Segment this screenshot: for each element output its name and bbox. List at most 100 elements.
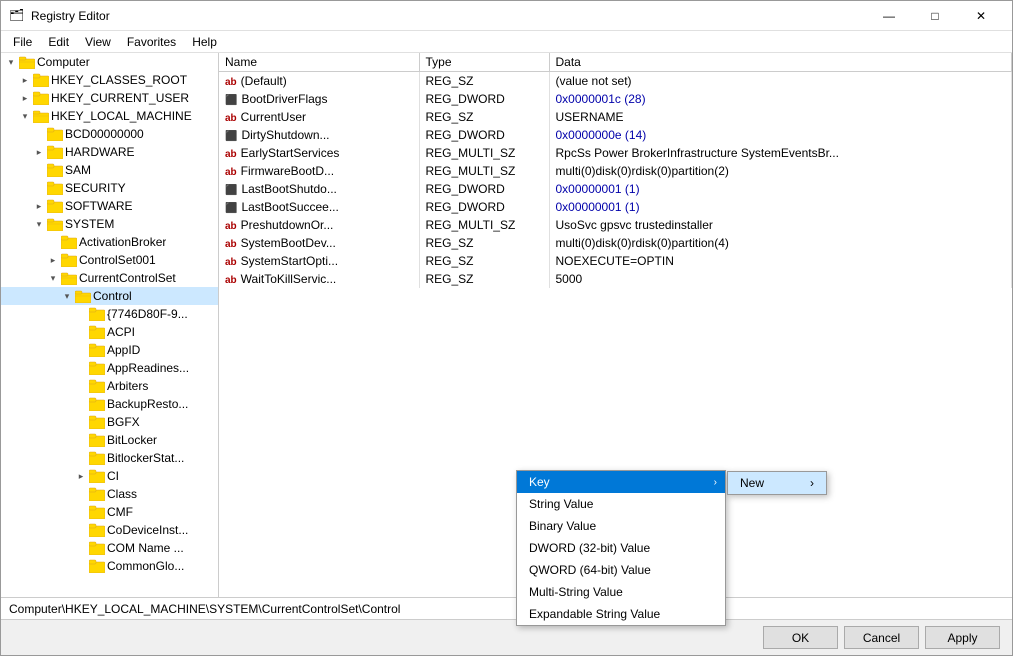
cell-name: abPreshutdownOr... [219, 216, 419, 234]
tree-label-bcd: BCD00000000 [65, 127, 144, 141]
col-header-name[interactable]: Name [219, 53, 419, 72]
tree-item-hardware[interactable]: ▸ HARDWARE [1, 143, 218, 161]
tree-item-system[interactable]: ▾ SYSTEM [1, 215, 218, 233]
tree-toggle-hardware[interactable]: ▸ [31, 144, 47, 160]
close-button[interactable]: ✕ [958, 1, 1004, 31]
tree-item-curctrlset[interactable]: ▾ CurrentControlSet [1, 269, 218, 287]
minimize-button[interactable]: — [866, 1, 912, 31]
tree-toggle-software[interactable]: ▸ [31, 198, 47, 214]
tree-toggle-hklm[interactable]: ▾ [17, 108, 33, 124]
cell-type: REG_SZ [419, 252, 549, 270]
tree-label-hklm: HKEY_LOCAL_MACHINE [51, 109, 192, 123]
tree-item-cmf[interactable]: CMF [1, 503, 218, 521]
folder-icon-hardware [47, 145, 63, 159]
table-row[interactable]: ⬛DirtyShutdown...REG_DWORD0x0000000e (14… [219, 126, 1012, 144]
tree-item-arbiters[interactable]: Arbiters [1, 377, 218, 395]
menu-view[interactable]: View [77, 33, 119, 51]
tree-panel[interactable]: ▾ Computer▸ HKEY_CLASSES_ROOT▸ HKEY_CURR… [1, 53, 219, 597]
tree-item-bitlockerstatus[interactable]: BitlockerStat... [1, 449, 218, 467]
menu-favorites[interactable]: Favorites [119, 33, 184, 51]
tree-item-ctrlset001[interactable]: ▸ ControlSet001 [1, 251, 218, 269]
tree-toggle-commonglo [73, 558, 89, 574]
menu-help[interactable]: Help [184, 33, 225, 51]
tree-item-comname[interactable]: COM Name ... [1, 539, 218, 557]
table-header-row: Name Type Data [219, 53, 1012, 72]
table-row[interactable]: ⬛LastBootShutdo...REG_DWORD0x00000001 (1… [219, 180, 1012, 198]
table-row[interactable]: abWaitToKillServic...REG_SZ5000 [219, 270, 1012, 288]
cancel-button[interactable]: Cancel [844, 626, 919, 649]
cell-data: 0x0000000e (14) [549, 126, 1012, 144]
cell-name: ab(Default) [219, 72, 419, 90]
tree-item-hkcr[interactable]: ▸ HKEY_CLASSES_ROOT [1, 71, 218, 89]
tree-item-acpi[interactable]: ACPI [1, 323, 218, 341]
folder-icon-curctrlset [61, 271, 77, 285]
title-bar: 🗂 Registry Editor — □ ✕ [1, 1, 1012, 31]
maximize-button[interactable]: □ [912, 1, 958, 31]
tree-item-security[interactable]: SECURITY [1, 179, 218, 197]
tree-toggle-hkcr[interactable]: ▸ [17, 72, 33, 88]
tree-item-control[interactable]: ▾ Control [1, 287, 218, 305]
tree-item-bitlocker[interactable]: BitLocker [1, 431, 218, 449]
table-row[interactable]: abSystemBootDev...REG_SZmulti(0)disk(0)r… [219, 234, 1012, 252]
tree-item-class[interactable]: Class [1, 485, 218, 503]
folder-icon-ctrlset001 [61, 253, 77, 267]
col-header-data[interactable]: Data [549, 53, 1012, 72]
tree-toggle-ci[interactable]: ▸ [73, 468, 89, 484]
tree-item-codeviceinst[interactable]: CoDeviceInst... [1, 521, 218, 539]
bottom-bar: OK Cancel Apply [1, 619, 1012, 655]
tree-toggle-hkcu[interactable]: ▸ [17, 90, 33, 106]
tree-item-key7746[interactable]: {7746D80F-9... [1, 305, 218, 323]
cell-data: 5000 [549, 270, 1012, 288]
tree-item-ci[interactable]: ▸ CI [1, 467, 218, 485]
folder-icon-software [47, 199, 63, 213]
cell-data: 0x0000001c (28) [549, 90, 1012, 108]
tree-toggle-ctrlset001[interactable]: ▸ [45, 252, 61, 268]
tree-item-appid[interactable]: AppID [1, 341, 218, 359]
cell-name: abWaitToKillServic... [219, 270, 419, 288]
table-row[interactable]: ⬛LastBootSuccee...REG_DWORD0x00000001 (1… [219, 198, 1012, 216]
tree-toggle-computer[interactable]: ▾ [3, 54, 19, 70]
tree-toggle-backuprestore [73, 396, 89, 412]
col-header-type[interactable]: Type [419, 53, 549, 72]
tree-toggle-control[interactable]: ▾ [59, 288, 75, 304]
tree-label-curctrlset: CurrentControlSet [79, 271, 176, 285]
apply-button[interactable]: Apply [925, 626, 1000, 649]
folder-icon-codeviceinst [89, 523, 105, 537]
tree-item-sam[interactable]: SAM [1, 161, 218, 179]
cell-name: ⬛DirtyShutdown... [219, 126, 419, 144]
folder-icon-hkcr [33, 73, 49, 87]
tree-item-appreadiness[interactable]: AppReadines... [1, 359, 218, 377]
table-row[interactable]: ⬛BootDriverFlagsREG_DWORD0x0000001c (28) [219, 90, 1012, 108]
table-row[interactable]: abPreshutdownOr...REG_MULTI_SZUsoSvc gps… [219, 216, 1012, 234]
table-row[interactable]: abEarlyStartServicesREG_MULTI_SZRpcSs Po… [219, 144, 1012, 162]
tree-item-backuprestore[interactable]: BackupResto... [1, 395, 218, 413]
app-icon: 🗂 [9, 8, 25, 24]
folder-icon-hklm [33, 109, 49, 123]
cell-type: REG_MULTI_SZ [419, 144, 549, 162]
tree-item-computer[interactable]: ▾ Computer [1, 53, 218, 71]
folder-icon-system [47, 217, 63, 231]
ok-button[interactable]: OK [763, 626, 838, 649]
cell-type: REG_DWORD [419, 126, 549, 144]
tree-item-bgfx[interactable]: BGFX [1, 413, 218, 431]
tree-toggle-system[interactable]: ▾ [31, 216, 47, 232]
tree-item-hklm[interactable]: ▾ HKEY_LOCAL_MACHINE [1, 107, 218, 125]
folder-icon-class [89, 487, 105, 501]
folder-icon-appid [89, 343, 105, 357]
tree-item-actbroker[interactable]: ActivationBroker [1, 233, 218, 251]
cell-data: multi(0)disk(0)rdisk(0)partition(4) [549, 234, 1012, 252]
tree-toggle-curctrlset[interactable]: ▾ [45, 270, 61, 286]
tree-item-commonglo[interactable]: CommonGlo... [1, 557, 218, 575]
table-row[interactable]: ab(Default)REG_SZ(value not set) [219, 72, 1012, 90]
folder-icon-key7746 [89, 307, 105, 321]
menu-file[interactable]: File [5, 33, 40, 51]
tree-item-software[interactable]: ▸ SOFTWARE [1, 197, 218, 215]
tree-item-bcd[interactable]: BCD00000000 [1, 125, 218, 143]
tree-item-hkcu[interactable]: ▸ HKEY_CURRENT_USER [1, 89, 218, 107]
table-row[interactable]: abFirmwareBootD...REG_MULTI_SZmulti(0)di… [219, 162, 1012, 180]
tree-label-ctrlset001: ControlSet001 [79, 253, 156, 267]
table-row[interactable]: abCurrentUserREG_SZUSERNAME [219, 108, 1012, 126]
table-row[interactable]: abSystemStartOpti...REG_SZNOEXECUTE=OPTI… [219, 252, 1012, 270]
tree-label-hardware: HARDWARE [65, 145, 135, 159]
menu-edit[interactable]: Edit [40, 33, 77, 51]
